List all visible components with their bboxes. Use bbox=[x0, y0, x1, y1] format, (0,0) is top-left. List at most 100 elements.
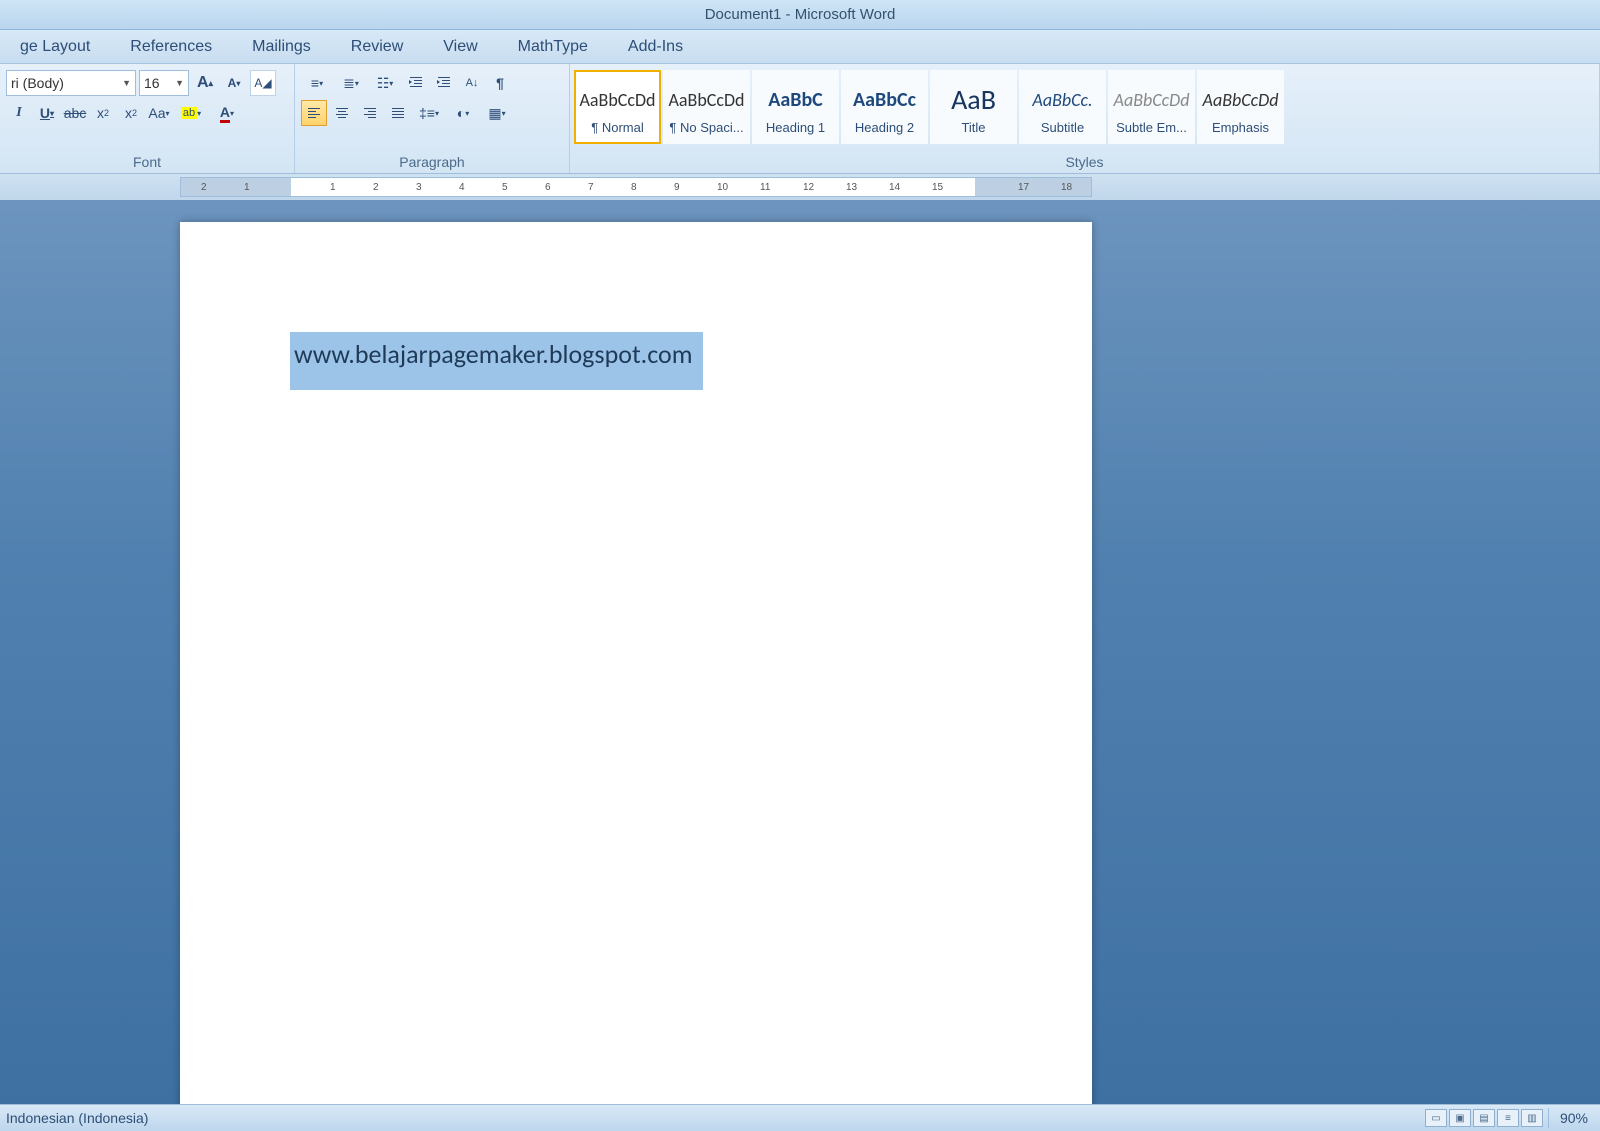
zoom-level[interactable]: 90% bbox=[1554, 1110, 1594, 1126]
style-item-title[interactable]: AaBTitle bbox=[930, 70, 1017, 144]
style-preview: AaBbCcDd bbox=[1114, 80, 1190, 120]
style-item-emphasis[interactable]: AaBbCcDdEmphasis bbox=[1197, 70, 1284, 144]
line-spacing-icon: ‡≡ bbox=[419, 105, 435, 121]
language-status[interactable]: Indonesian (Indonesia) bbox=[6, 1110, 148, 1126]
multilevel-list-button[interactable]: ☷▾ bbox=[369, 70, 401, 96]
align-right-button[interactable] bbox=[357, 100, 383, 126]
print-layout-view-button[interactable]: ▭ bbox=[1425, 1109, 1447, 1127]
style-item--normal[interactable]: AaBbCcDd¶ Normal bbox=[574, 70, 661, 144]
numbering-icon: ≣ bbox=[343, 75, 355, 92]
numbering-button[interactable]: ≣▾ bbox=[335, 70, 367, 96]
ruler-tick: 14 bbox=[889, 182, 900, 193]
ruler-tick: 12 bbox=[803, 182, 814, 193]
style-item-heading-2[interactable]: AaBbCcHeading 2 bbox=[841, 70, 928, 144]
style-item-heading-1[interactable]: AaBbCHeading 1 bbox=[752, 70, 839, 144]
font-color-button[interactable]: A▾ bbox=[210, 100, 244, 126]
style-preview: AaB bbox=[951, 80, 996, 120]
justify-icon bbox=[390, 105, 406, 121]
selected-text[interactable]: www.belajarpagemaker.blogspot.com bbox=[290, 332, 703, 390]
tab-page-layout[interactable]: ge Layout bbox=[0, 32, 110, 62]
styles-group-label: Styles bbox=[574, 151, 1595, 173]
font-name-value: ri (Body) bbox=[11, 75, 64, 91]
grow-font-button[interactable]: A▴ bbox=[192, 70, 218, 96]
paragraph-group: ≡▾ ≣▾ ☷▾ A↓ ¶ bbox=[295, 64, 570, 173]
align-center-button[interactable] bbox=[329, 100, 355, 126]
style-item--no-spaci-[interactable]: AaBbCcDd¶ No Spaci... bbox=[663, 70, 750, 144]
draft-icon: ▥ bbox=[1527, 1113, 1536, 1124]
ruler-tick: 2 bbox=[201, 182, 207, 193]
borders-button[interactable]: ▦▾ bbox=[481, 100, 513, 126]
chevron-down-icon: ▼ bbox=[122, 78, 131, 88]
document-area[interactable]: www.belajarpagemaker.blogspot.com bbox=[0, 200, 1600, 1112]
font-name-combo[interactable]: ri (Body) ▼ bbox=[6, 70, 136, 96]
style-item-subtitle[interactable]: AaBbCc.Subtitle bbox=[1019, 70, 1106, 144]
ruler-left-margin bbox=[181, 178, 291, 196]
tab-mathtype[interactable]: MathType bbox=[498, 32, 608, 62]
bullets-icon: ≡ bbox=[311, 75, 319, 91]
align-right-icon bbox=[362, 105, 378, 121]
status-bar: Indonesian (Indonesia) ▭ ▣ ▤ ≡ ▥ 90% bbox=[0, 1104, 1600, 1131]
subscript-button[interactable]: x2 bbox=[90, 100, 116, 126]
document-page[interactable]: www.belajarpagemaker.blogspot.com bbox=[180, 222, 1092, 1112]
tab-review[interactable]: Review bbox=[331, 32, 423, 62]
full-screen-view-button[interactable]: ▣ bbox=[1449, 1109, 1471, 1127]
print-layout-icon: ▭ bbox=[1431, 1113, 1440, 1124]
decrease-indent-button[interactable] bbox=[403, 70, 429, 96]
paragraph-group-label: Paragraph bbox=[299, 151, 565, 173]
pilcrow-icon: ¶ bbox=[496, 75, 504, 91]
tab-addins[interactable]: Add-Ins bbox=[608, 32, 703, 62]
shrink-font-button[interactable]: A▾ bbox=[221, 70, 247, 96]
horizontal-ruler[interactable]: 211234567891011121314151718 bbox=[180, 177, 1092, 197]
ruler-tick: 3 bbox=[416, 182, 422, 193]
ruler-tick: 7 bbox=[588, 182, 594, 193]
sort-icon: A↓ bbox=[466, 77, 479, 89]
highlight-button[interactable]: ab▾ bbox=[174, 100, 208, 126]
align-left-button[interactable] bbox=[301, 100, 327, 126]
change-case-button[interactable]: Aa▾ bbox=[146, 100, 172, 126]
ruler-area: 211234567891011121314151718 bbox=[0, 174, 1600, 200]
sort-button[interactable]: A↓ bbox=[459, 70, 485, 96]
multilevel-icon: ☷ bbox=[377, 75, 390, 92]
clear-formatting-button[interactable]: A◢ bbox=[250, 70, 276, 96]
style-preview: AaBbC bbox=[768, 80, 823, 120]
font-size-value: 16 bbox=[144, 75, 160, 91]
style-preview: AaBbCcDd bbox=[579, 80, 655, 120]
bullets-button[interactable]: ≡▾ bbox=[301, 70, 333, 96]
ruler-right-margin bbox=[975, 178, 1091, 196]
strikethrough-button[interactable]: abc bbox=[62, 100, 88, 126]
font-group: ri (Body) ▼ 16 ▼ A▴ A▾ A◢ I U▾ abc x2 x2 bbox=[0, 64, 295, 173]
line-spacing-button[interactable]: ‡≡▾ bbox=[413, 100, 445, 126]
show-marks-button[interactable]: ¶ bbox=[487, 70, 513, 96]
draft-view-button[interactable]: ▥ bbox=[1521, 1109, 1543, 1127]
borders-icon: ▦ bbox=[488, 105, 501, 122]
superscript-button[interactable]: x2 bbox=[118, 100, 144, 126]
italic-button[interactable]: I bbox=[6, 100, 32, 126]
font-size-combo[interactable]: 16 ▼ bbox=[139, 70, 189, 96]
ribbon: ri (Body) ▼ 16 ▼ A▴ A▾ A◢ I U▾ abc x2 x2 bbox=[0, 64, 1600, 174]
style-label: ¶ No Spaci... bbox=[669, 120, 743, 135]
ribbon-tabs: ge Layout References Mailings Review Vie… bbox=[0, 30, 1600, 64]
increase-indent-button[interactable] bbox=[431, 70, 457, 96]
ruler-tick: 8 bbox=[631, 182, 637, 193]
tab-mailings[interactable]: Mailings bbox=[232, 32, 331, 62]
eraser-icon: A◢ bbox=[254, 76, 271, 90]
styles-gallery[interactable]: AaBbCcDd¶ NormalAaBbCcDd¶ No Spaci...AaB… bbox=[574, 68, 1595, 146]
web-layout-view-button[interactable]: ▤ bbox=[1473, 1109, 1495, 1127]
ruler-tick: 1 bbox=[244, 182, 250, 193]
outline-view-button[interactable]: ≡ bbox=[1497, 1109, 1519, 1127]
ruler-tick: 6 bbox=[545, 182, 551, 193]
outdent-icon bbox=[408, 75, 424, 91]
ruler-tick: 1 bbox=[330, 182, 336, 193]
underline-button[interactable]: U▾ bbox=[34, 100, 60, 126]
ruler-tick: 2 bbox=[373, 182, 379, 193]
style-preview: AaBbCc. bbox=[1032, 80, 1092, 120]
justify-button[interactable] bbox=[385, 100, 411, 126]
title-bar: Document1 - Microsoft Word bbox=[0, 0, 1600, 30]
tab-references[interactable]: References bbox=[110, 32, 232, 62]
tab-view[interactable]: View bbox=[423, 32, 497, 62]
styles-group: AaBbCcDd¶ NormalAaBbCcDd¶ No Spaci...AaB… bbox=[570, 64, 1600, 173]
ruler-tick: 18 bbox=[1061, 182, 1072, 193]
style-item-subtle-em-[interactable]: AaBbCcDdSubtle Em... bbox=[1108, 70, 1195, 144]
shading-button[interactable]: ◐▾ bbox=[447, 100, 479, 126]
font-color-icon: A bbox=[220, 104, 230, 123]
